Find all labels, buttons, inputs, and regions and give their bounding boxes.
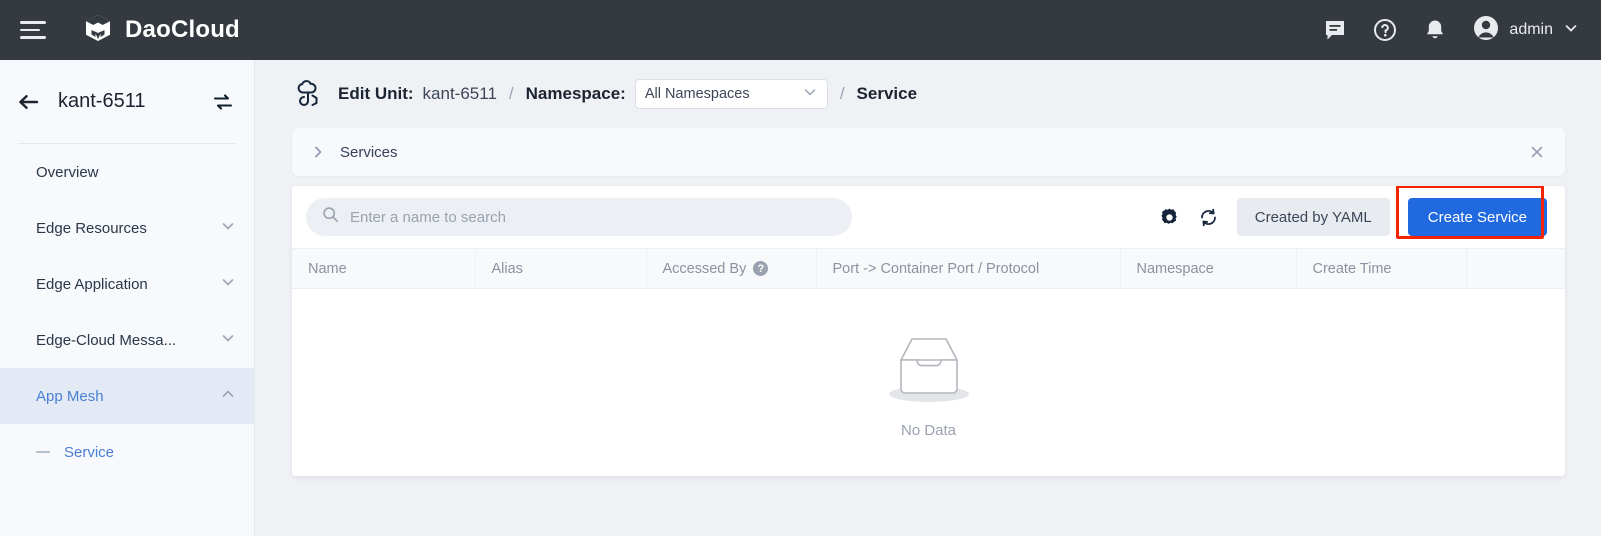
cloud-unit-icon <box>292 78 324 110</box>
gear-icon[interactable] <box>1159 207 1180 228</box>
switch-unit-icon[interactable] <box>212 91 234 113</box>
sidebar-header: kant-6511 <box>0 60 254 143</box>
dash-icon <box>36 451 50 453</box>
chevron-down-icon[interactable] <box>802 84 818 105</box>
chevron-down-icon[interactable] <box>1563 20 1579 41</box>
search-placeholder: Enter a name to search <box>350 208 506 226</box>
user-name: admin <box>1509 21 1553 38</box>
namespace-selected-value: All Namespaces <box>644 86 750 102</box>
created-by-yaml-button[interactable]: Created by YAML <box>1236 198 1390 236</box>
chevron-down-icon[interactable] <box>220 274 236 294</box>
column-label: Accessed By <box>662 260 747 277</box>
column-header-namespace[interactable]: Namespace <box>1120 248 1297 289</box>
column-header-alias[interactable]: Alias <box>475 248 647 289</box>
chevron-down-icon[interactable] <box>220 218 236 238</box>
sidebar-item-label: Edge-Cloud Messa... <box>36 331 177 349</box>
services-card: Enter a name to search Created by YAML C… <box>292 186 1565 476</box>
breadcrumb-separator: / <box>839 84 845 103</box>
close-icon[interactable] <box>1529 144 1545 160</box>
hamburger-line <box>20 28 40 32</box>
sidebar-item-overview[interactable]: Overview <box>0 144 254 200</box>
services-panel: Services <box>292 128 1565 176</box>
help-icon[interactable] <box>1373 18 1397 42</box>
user-menu[interactable]: admin <box>1473 15 1579 46</box>
toolbar-actions: Created by YAML Create Service <box>1159 186 1547 239</box>
column-label: Name <box>308 260 347 277</box>
sidebar-item-edge-resources[interactable]: Edge Resources <box>0 200 254 256</box>
breadcrumb-current-page: Service <box>856 84 918 103</box>
sidebar-item-edge-cloud-messaging[interactable]: Edge-Cloud Messa... <box>0 312 254 368</box>
sidebar-subitem-label: Service <box>64 443 115 461</box>
empty-state: No Data <box>292 289 1565 476</box>
hamburger-icon[interactable] <box>20 18 50 42</box>
column-label: Port -> Container Port / Protocol <box>832 260 1040 277</box>
search-icon <box>322 206 339 228</box>
breadcrumb-separator: / <box>508 84 514 103</box>
hamburger-line <box>20 21 46 24</box>
sidebar-item-label: Edge Application <box>36 275 148 293</box>
top-bar: DaoCloud admin <box>0 0 1601 60</box>
sidebar: kant-6511 Overview Edge Resources Edge A… <box>0 60 255 536</box>
sidebar-item-label: App Mesh <box>36 387 104 405</box>
breadcrumb-edit-unit-label: Edit Unit: <box>338 84 414 103</box>
brand-logo[interactable]: DaoCloud <box>82 12 240 49</box>
breadcrumb-namespace-label: Namespace: <box>525 84 626 103</box>
empty-inbox-icon <box>879 327 979 414</box>
services-table: Name Alias Accessed By ? Port -> Contain… <box>292 248 1565 289</box>
column-label: Alias <box>491 260 523 277</box>
column-header-create-time[interactable]: Create Time <box>1296 248 1467 289</box>
hamburger-line <box>20 36 46 39</box>
sidebar-item-label: Overview <box>36 163 99 181</box>
avatar <box>1473 15 1499 46</box>
breadcrumb: Edit Unit: kant-6511 / Namespace: All Na… <box>256 60 1601 128</box>
column-label: Create Time <box>1312 260 1392 277</box>
chevron-down-icon[interactable] <box>220 330 236 350</box>
table-header-row: Name Alias Accessed By ? Port -> Contain… <box>292 248 1565 289</box>
breadcrumb-unit-value[interactable]: kant-6511 <box>423 84 497 104</box>
table-toolbar: Enter a name to search Created by YAML C… <box>292 186 1565 248</box>
sidebar-item-edge-application[interactable]: Edge Application <box>0 256 254 312</box>
namespace-select[interactable]: All Namespaces <box>634 79 828 109</box>
services-panel-title: Services <box>340 143 398 161</box>
search-input[interactable]: Enter a name to search <box>306 198 852 236</box>
help-icon[interactable]: ? <box>753 261 769 276</box>
column-header-actions <box>1466 248 1565 289</box>
sidebar-item-service[interactable]: Service <box>0 424 254 480</box>
main-content: Edit Unit: kant-6511 / Namespace: All Na… <box>256 60 1601 536</box>
column-label: Namespace <box>1136 260 1214 277</box>
sidebar-item-app-mesh[interactable]: App Mesh <box>0 368 254 424</box>
brand-name: DaoCloud <box>125 16 240 43</box>
table-head: Name Alias Accessed By ? Port -> Contain… <box>292 248 1565 289</box>
chat-icon[interactable] <box>1323 18 1347 42</box>
chevron-right-icon[interactable] <box>310 144 326 160</box>
empty-state-label: No Data <box>900 422 957 439</box>
sidebar-unit-name: kant-6511 <box>58 90 146 112</box>
chevron-up-icon[interactable] <box>220 386 236 406</box>
column-header-name[interactable]: Name <box>292 248 476 289</box>
column-header-accessed-by[interactable]: Accessed By ? <box>646 248 817 289</box>
refresh-icon[interactable] <box>1198 207 1219 228</box>
bell-icon[interactable] <box>1423 18 1447 42</box>
create-service-button[interactable]: Create Service <box>1407 198 1547 236</box>
daocloud-cube-icon <box>82 12 114 49</box>
back-arrow-icon[interactable] <box>16 90 40 114</box>
sidebar-item-label: Edge Resources <box>36 219 147 237</box>
column-header-port-mapping[interactable]: Port -> Container Port / Protocol <box>816 248 1121 289</box>
create-service-button-wrapper: Create Service <box>1395 186 1547 239</box>
topbar-actions: admin <box>1323 15 1579 46</box>
